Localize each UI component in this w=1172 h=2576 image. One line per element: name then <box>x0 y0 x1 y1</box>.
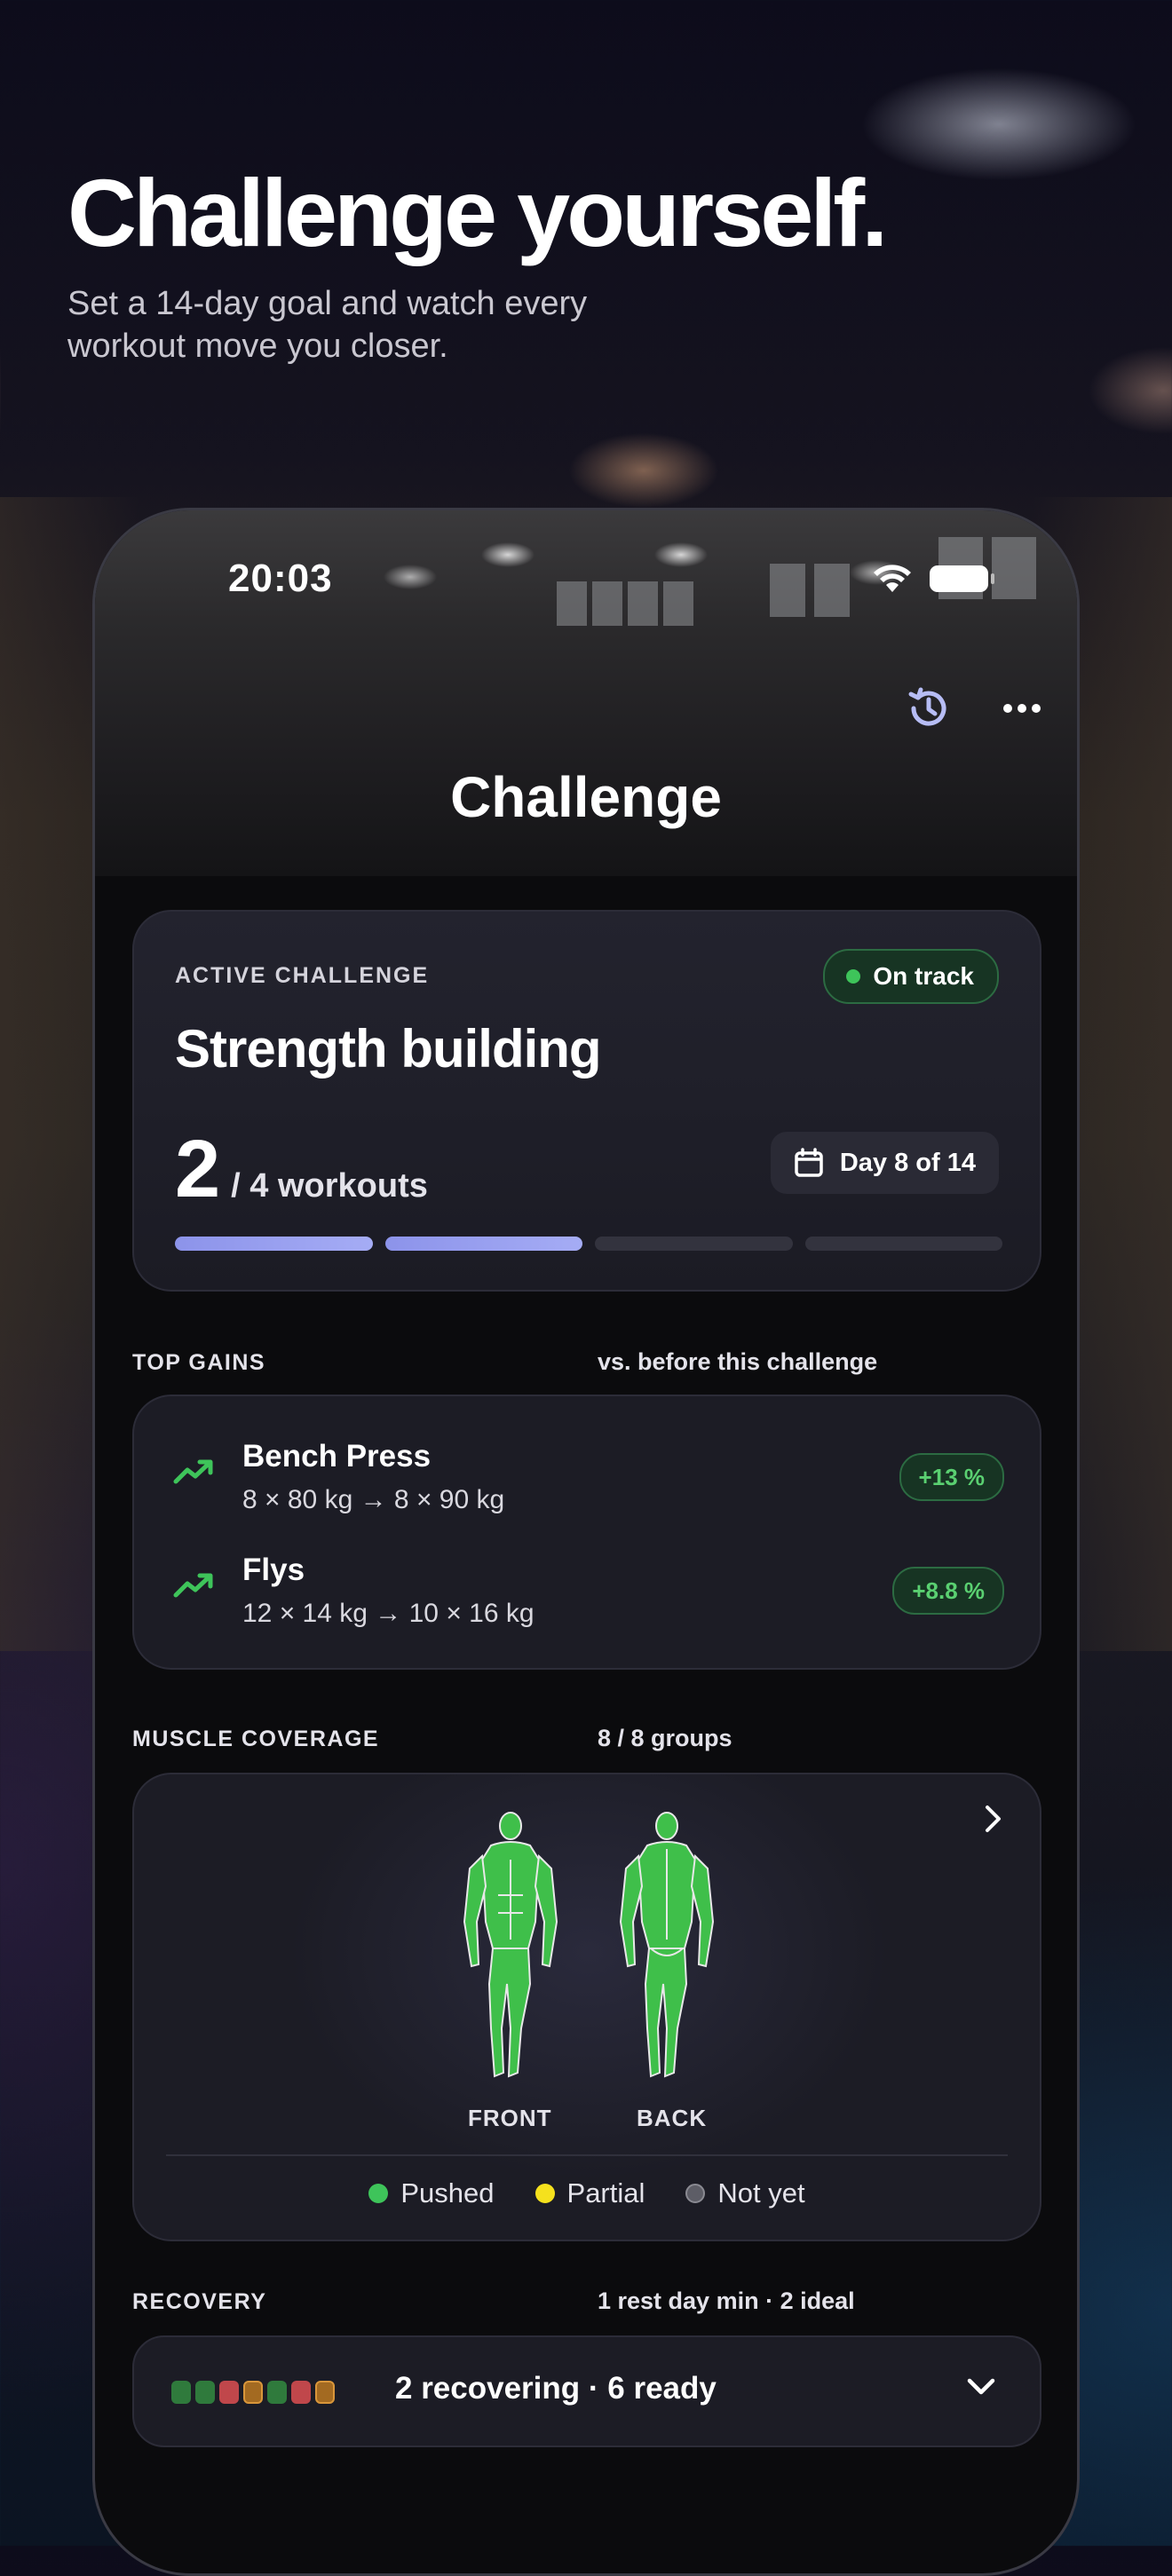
history-icon[interactable] <box>905 684 953 732</box>
recovery-square <box>171 2381 191 2404</box>
nav-actions <box>905 684 1041 732</box>
page-title: Challenge <box>450 765 722 829</box>
top-gains-card: Bench Press 8 × 80 kg → 8 × 90 kg +13 % … <box>132 1395 1041 1670</box>
legend-dot-partial <box>535 2184 555 2203</box>
legend-dot-pushed <box>368 2184 389 2203</box>
marketing-headline: Challenge yourself. <box>67 159 888 266</box>
front-label: FRONT <box>468 2105 552 2131</box>
coverage-legend: Pushed Partial Not yet <box>134 2177 1040 2209</box>
legend-pushed-label: Pushed <box>400 2177 495 2209</box>
workouts-completed: 2 <box>175 1124 221 1214</box>
divider <box>166 2154 1008 2156</box>
status-badge: On track <box>823 949 999 1004</box>
marketing-header: Challenge yourself. Set a 14-day goal an… <box>67 159 888 367</box>
legend-not-yet: Not yet <box>685 2177 805 2209</box>
progress-segment <box>175 1237 373 1251</box>
chevron-right-icon[interactable] <box>983 1803 1004 1835</box>
recovery-note: 1 rest day min · 2 ideal <box>598 2288 855 2314</box>
status-dot <box>846 969 861 984</box>
more-icon[interactable] <box>1002 703 1041 714</box>
exercise-name: Bench Press <box>242 1439 432 1474</box>
recovery-square <box>315 2381 335 2404</box>
progress-segment <box>384 1237 582 1251</box>
phone-frame: 20:03 Challenge ACTIVE CHALLENGE On trac… <box>92 508 1080 2576</box>
muscle-coverage-note: 8 / 8 groups <box>598 1725 732 1751</box>
day-label: Day 8 of 14 <box>839 1148 976 1177</box>
progress-segment <box>804 1237 1002 1251</box>
day-counter: Day 8 of 14 <box>770 1132 999 1194</box>
legend-partial-label: Partial <box>566 2177 645 2209</box>
gain-percent-badge: +8.8 % <box>892 1567 1004 1615</box>
challenge-name: Strength building <box>175 1019 602 1079</box>
recovery-card[interactable]: 2 recovering · 6 ready <box>132 2335 1041 2447</box>
muscle-coverage-label: MUSCLE COVERAGE <box>132 1727 380 1751</box>
trending-up-icon <box>173 1459 213 1484</box>
status-time: 20:03 <box>228 557 333 600</box>
progress-segments <box>175 1237 1002 1251</box>
status-icons <box>873 564 994 594</box>
muscle-coverage-card[interactable]: FRONT BACK Pushed Partial Not yet <box>132 1773 1041 2241</box>
body-front-figure <box>463 1812 558 2078</box>
recovery-status-squares <box>171 2381 335 2404</box>
battery-icon <box>930 565 994 592</box>
body-back-figure <box>619 1812 715 2078</box>
gain-percent-badge: +13 % <box>899 1453 1004 1501</box>
recovery-square <box>267 2381 287 2404</box>
recovery-square <box>219 2381 239 2404</box>
recovery-label: RECOVERY <box>132 2289 267 2314</box>
calendar-icon <box>795 1148 823 1177</box>
wifi-icon <box>874 565 911 592</box>
exercise-detail: 12 × 14 kg → 10 × 16 kg <box>242 1599 535 1628</box>
gain-row[interactable]: Bench Press 8 × 80 kg → 8 × 90 kg +13 % <box>173 1439 1004 1528</box>
top-gains-label: TOP GAINS <box>132 1350 266 1375</box>
recovery-square <box>195 2381 215 2404</box>
legend-pushed: Pushed <box>368 2177 495 2209</box>
chevron-down-icon[interactable] <box>965 2376 997 2398</box>
recovery-summary: 2 recovering · 6 ready <box>395 2371 717 2406</box>
gain-row[interactable]: Flys 12 × 14 kg → 10 × 16 kg +8.8 % <box>173 1553 1004 1641</box>
recovery-square <box>291 2381 311 2404</box>
progress-segment <box>595 1237 793 1251</box>
legend-not-yet-label: Not yet <box>717 2177 805 2209</box>
exercise-detail: 8 × 80 kg → 8 × 90 kg <box>242 1485 505 1514</box>
legend-partial: Partial <box>535 2177 645 2209</box>
recovery-square <box>243 2381 263 2404</box>
active-challenge-label: ACTIVE CHALLENGE <box>175 963 430 988</box>
top-gains-note: vs. before this challenge <box>598 1348 878 1375</box>
marketing-subtitle: Set a 14-day goal and watch every workou… <box>67 285 588 365</box>
workouts-target: / 4 workouts <box>231 1167 428 1205</box>
status-badge-text: On track <box>873 962 974 990</box>
legend-dot-not-yet <box>685 2184 706 2203</box>
trending-up-icon <box>173 1573 213 1598</box>
back-label: BACK <box>637 2105 708 2131</box>
active-challenge-card[interactable]: ACTIVE CHALLENGE On track Strength build… <box>132 910 1041 1292</box>
workout-count: 2 / 4 workouts <box>175 1123 428 1216</box>
exercise-name: Flys <box>242 1553 305 1587</box>
